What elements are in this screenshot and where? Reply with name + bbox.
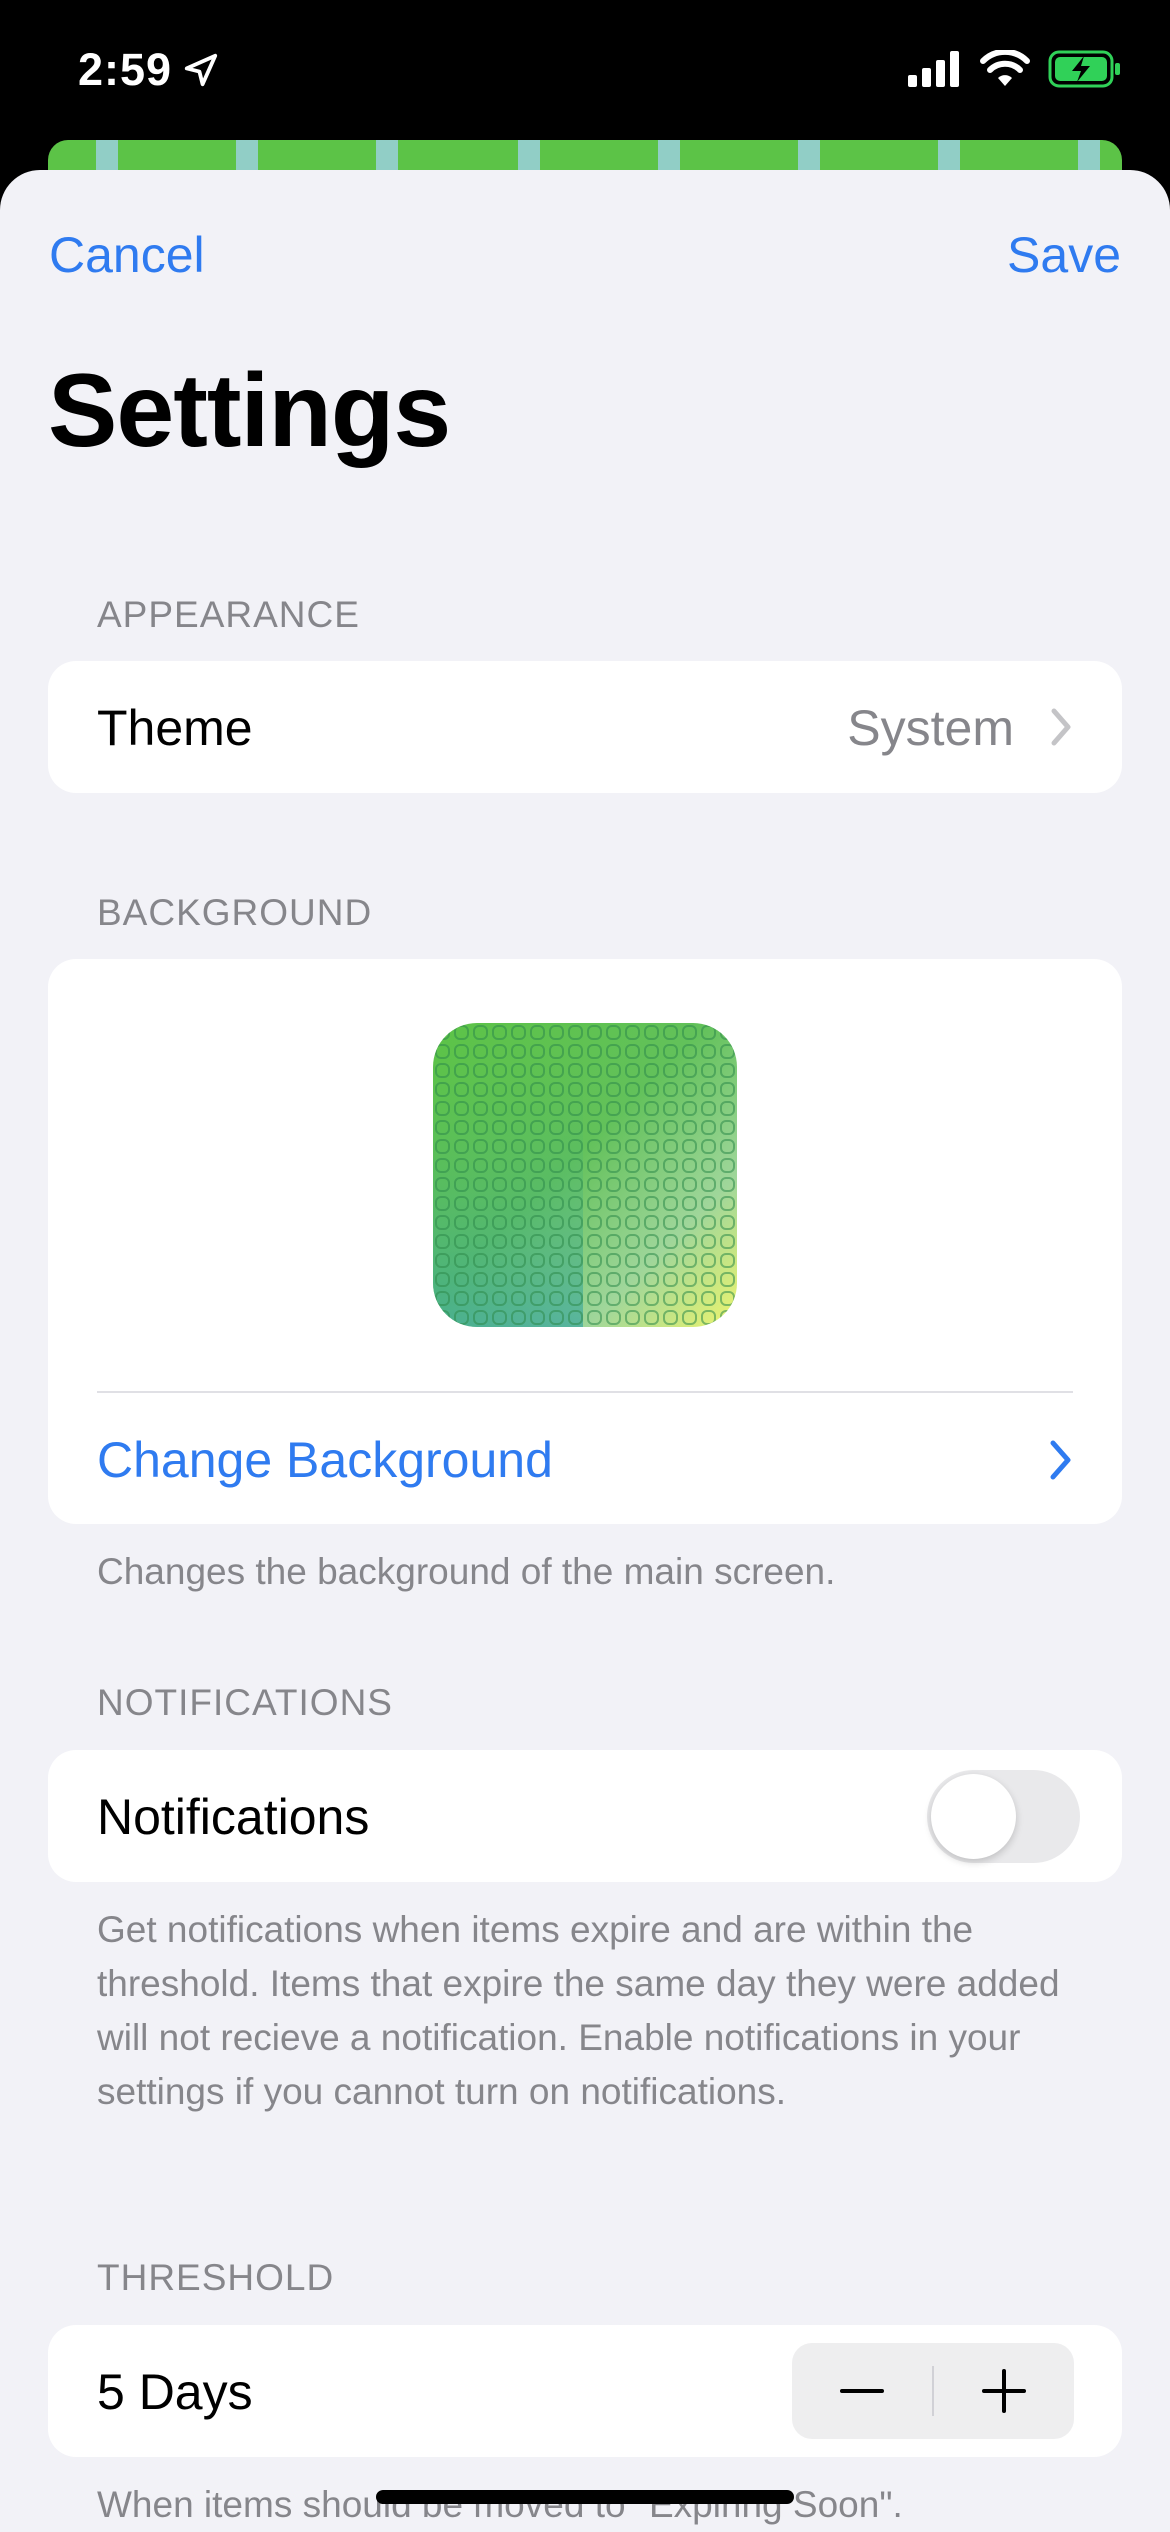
wifi-icon [980,50,1030,86]
home-indicator[interactable] [376,2490,794,2504]
theme-value: System [847,700,1014,756]
toggle-knob [931,1774,1016,1859]
background-footer: Changes the background of the main scree… [97,1551,836,1592]
decrement-button[interactable] [792,2343,932,2439]
settings-sheet: Cancel Save Settings APPEARANCE Theme Sy… [0,170,1170,2532]
save-button[interactable]: Save [1007,226,1121,284]
chevron-right-icon [1050,1440,1071,1480]
increment-button[interactable] [934,2343,1074,2439]
chevron-right-icon [1051,708,1071,746]
notifications-footer: Get notifications when items expire and … [97,1909,1060,2112]
change-background-label: Change Background [97,1432,553,1488]
threshold-stepper [792,2343,1074,2439]
battery-charging-icon [1048,50,1120,88]
background-card: Change Background [48,959,1122,1524]
notifications-toggle[interactable] [927,1770,1080,1863]
cellular-signal-icon [908,51,959,87]
threshold-row: 5 Days [48,2325,1122,2457]
theme-row[interactable]: Theme System [48,661,1122,793]
page-title: Settings [48,353,451,469]
section-header-threshold: THRESHOLD [97,2257,335,2298]
cancel-button[interactable]: Cancel [49,226,205,284]
section-header-notifications: NOTIFICATIONS [97,1682,393,1723]
plus-icon [982,2369,1026,2413]
theme-label: Theme [97,700,253,756]
notifications-label: Notifications [97,1789,370,1845]
status-time: 2:59 [78,44,173,95]
notifications-row: Notifications [48,1750,1122,1882]
status-icons [908,50,1122,88]
location-arrow-icon [184,53,218,87]
threshold-footer: When items should be moved to "Expiring … [97,2484,903,2525]
status-bar: 2:59 [0,0,1170,150]
status-time-group: 2:59 [78,44,220,96]
minus-icon [840,2389,884,2393]
background-pattern-preview [433,1023,737,1327]
section-header-background: BACKGROUND [97,892,373,933]
change-background-row[interactable]: Change Background [48,1393,1122,1524]
section-header-appearance: APPEARANCE [97,594,360,635]
threshold-value: 5 Days [97,2364,253,2420]
